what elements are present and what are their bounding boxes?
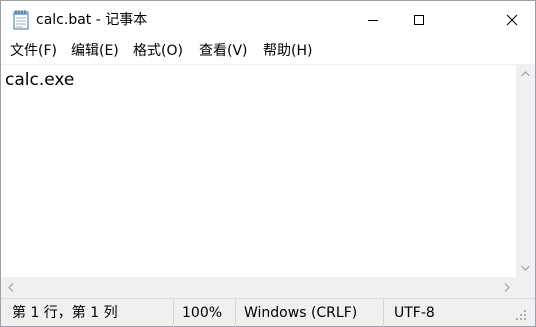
resize-grip-icon[interactable] bbox=[514, 307, 528, 321]
status-cursor-position: 第 1 行，第 1 列 bbox=[12, 305, 118, 321]
menu-file[interactable]: 文件(F) bbox=[10, 41, 57, 62]
editor-content[interactable]: calc.exe bbox=[5, 68, 74, 92]
menu-format[interactable]: 格式(O) bbox=[133, 41, 183, 62]
horizontal-scrollbar[interactable] bbox=[1, 277, 516, 298]
status-line-ending: Windows (CRLF) bbox=[244, 305, 358, 321]
minimize-icon bbox=[367, 14, 379, 26]
status-divider bbox=[235, 299, 236, 327]
status-zoom: 100% bbox=[182, 305, 223, 321]
close-button[interactable] bbox=[489, 1, 535, 39]
menu-bar: 文件(F) 编辑(E) 格式(O) 查看(V) 帮助(H) bbox=[1, 39, 535, 64]
menu-edit[interactable]: 编辑(E) bbox=[71, 41, 119, 62]
status-encoding: UTF-8 bbox=[394, 305, 435, 321]
notepad-icon bbox=[12, 10, 30, 30]
chevron-right-icon[interactable] bbox=[497, 277, 516, 298]
status-divider bbox=[173, 299, 174, 327]
notepad-window: calc.bat - 记事本 文件(F) 编辑(E) 格式(O) 查看(V) 帮… bbox=[0, 0, 536, 327]
vertical-scrollbar[interactable] bbox=[516, 64, 535, 277]
close-icon bbox=[506, 14, 518, 26]
chevron-left-icon[interactable] bbox=[1, 277, 20, 298]
maximize-button[interactable] bbox=[396, 1, 442, 39]
status-bar: 第 1 行，第 1 列 100% Windows (CRLF) UTF-8 bbox=[1, 298, 535, 327]
maximize-icon bbox=[413, 14, 425, 26]
window-title: calc.bat - 记事本 bbox=[36, 12, 148, 28]
text-editor[interactable]: calc.exe bbox=[1, 64, 516, 277]
scrollbar-corner bbox=[516, 277, 535, 298]
status-divider bbox=[383, 299, 384, 327]
chevron-up-icon[interactable] bbox=[516, 64, 535, 83]
menu-view[interactable]: 查看(V) bbox=[199, 41, 248, 62]
title-bar[interactable]: calc.bat - 记事本 bbox=[1, 1, 535, 39]
chevron-down-icon[interactable] bbox=[516, 258, 535, 277]
minimize-button[interactable] bbox=[350, 1, 396, 39]
menu-help[interactable]: 帮助(H) bbox=[263, 41, 312, 62]
